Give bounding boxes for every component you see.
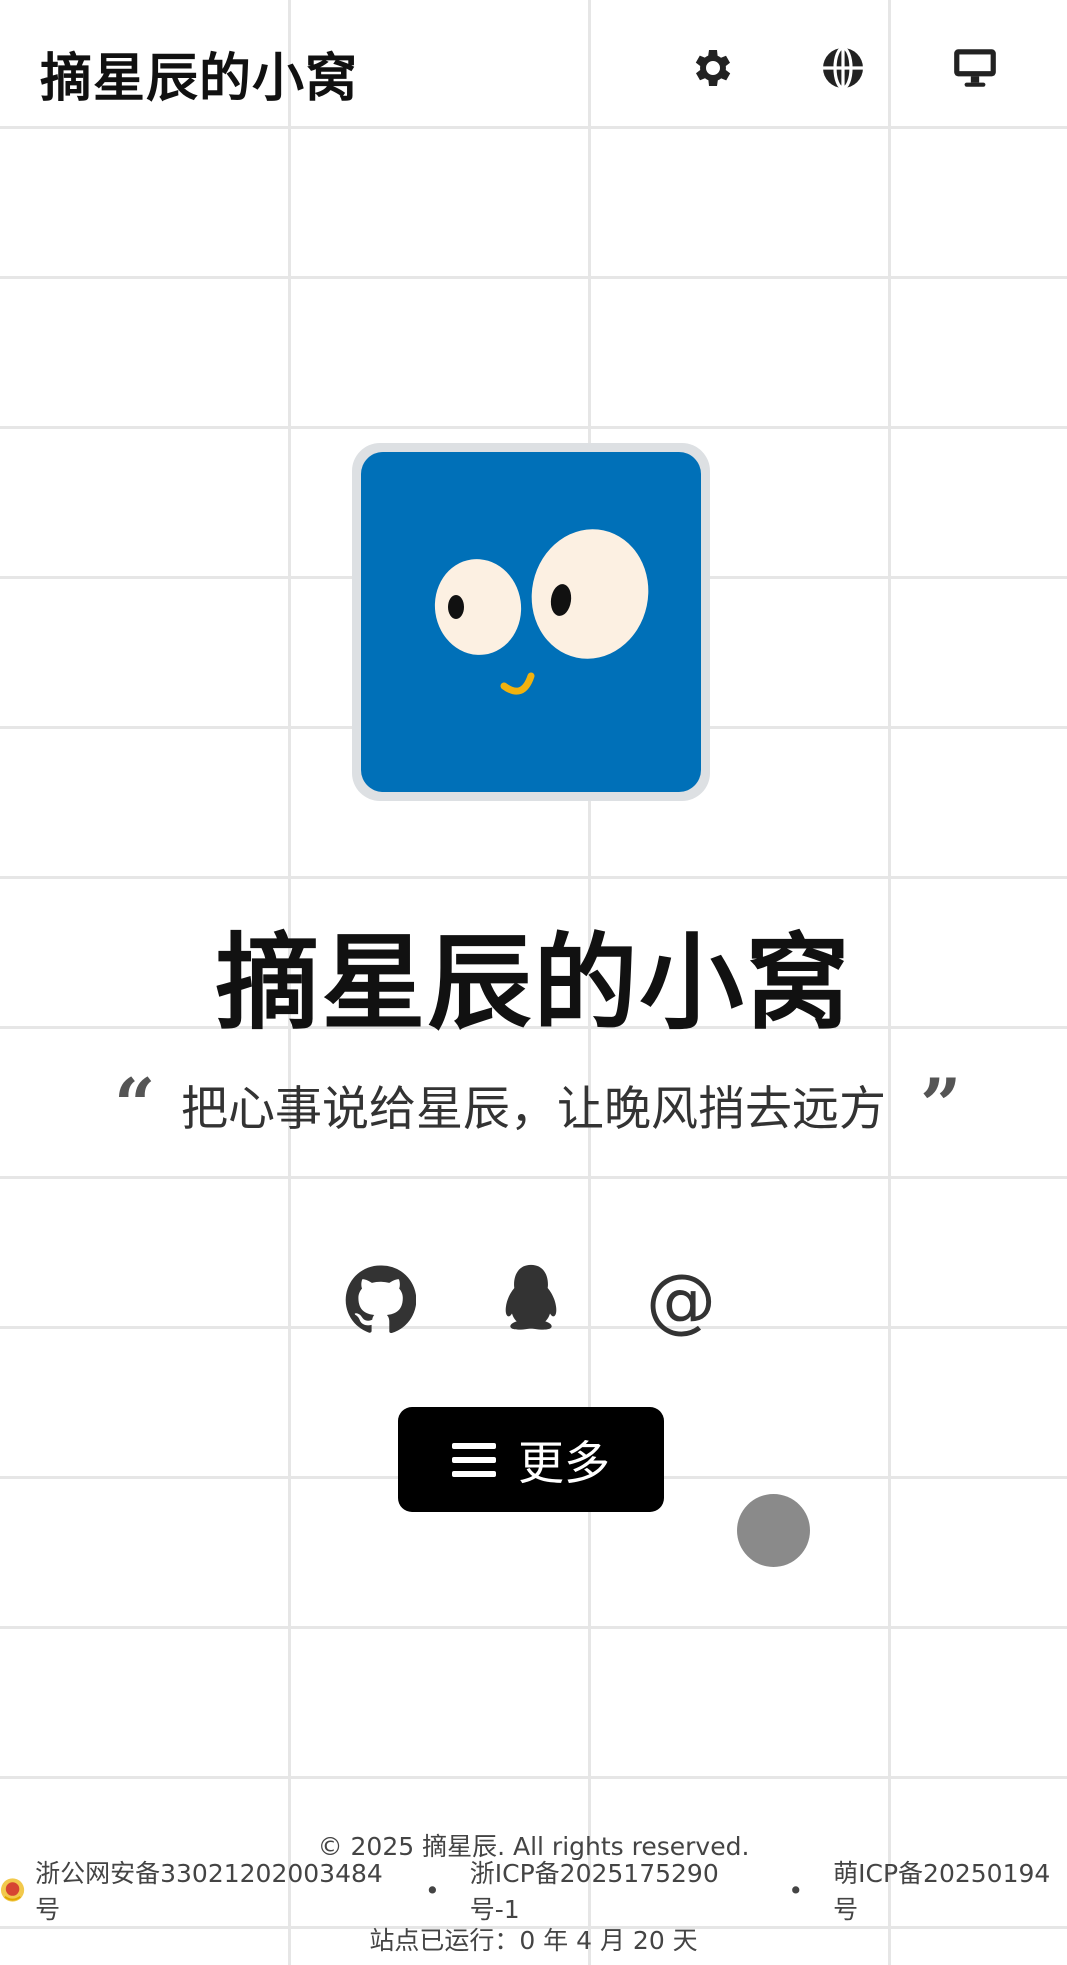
motto-block: “ 把心事说给星辰，让晚风捎去远方 ”: [0, 1058, 1067, 1148]
qq-icon[interactable]: [493, 1262, 569, 1338]
globe-icon[interactable]: [815, 40, 871, 96]
floating-action-dot[interactable]: [737, 1494, 810, 1567]
avatar[interactable]: [352, 443, 710, 801]
separator-dot: •: [425, 1875, 440, 1905]
monitor-icon[interactable]: [947, 40, 1003, 96]
cartoon-face-avatar: [361, 452, 701, 792]
separator-dot: •: [788, 1875, 804, 1905]
gear-icon[interactable]: [683, 40, 739, 96]
menu-icon: [452, 1442, 496, 1477]
moe-icp-link[interactable]: 萌ICP备20250194号: [833, 1854, 1067, 1926]
motto-text: 把心事说给星辰，让晚风捎去远方: [181, 1082, 886, 1137]
police-badge-icon: [0, 1878, 25, 1902]
top-bar: 摘星辰的小窝: [0, 0, 1067, 130]
site-title[interactable]: 摘星辰的小窝: [40, 36, 358, 111]
more-button-label: 更多: [518, 1435, 610, 1490]
hero-title: 摘星辰的小窝: [215, 922, 852, 1044]
github-icon[interactable]: [342, 1262, 418, 1338]
police-beian-link[interactable]: 浙公网安备33021202003484号: [35, 1854, 395, 1926]
beian-row: 浙公网安备33021202003484号 • 浙ICP备2025175290号-…: [0, 1859, 1067, 1924]
more-button[interactable]: 更多: [398, 1407, 664, 1512]
close-quote: ”: [920, 1062, 962, 1147]
icp-beian-link[interactable]: 浙ICP备2025175290号-1: [470, 1854, 759, 1926]
email-at-symbol: @: [646, 1259, 716, 1341]
uptime-text: 站点已运行：0 年 4 月 20 天: [369, 1926, 698, 1955]
email-icon[interactable]: @: [643, 1262, 719, 1338]
